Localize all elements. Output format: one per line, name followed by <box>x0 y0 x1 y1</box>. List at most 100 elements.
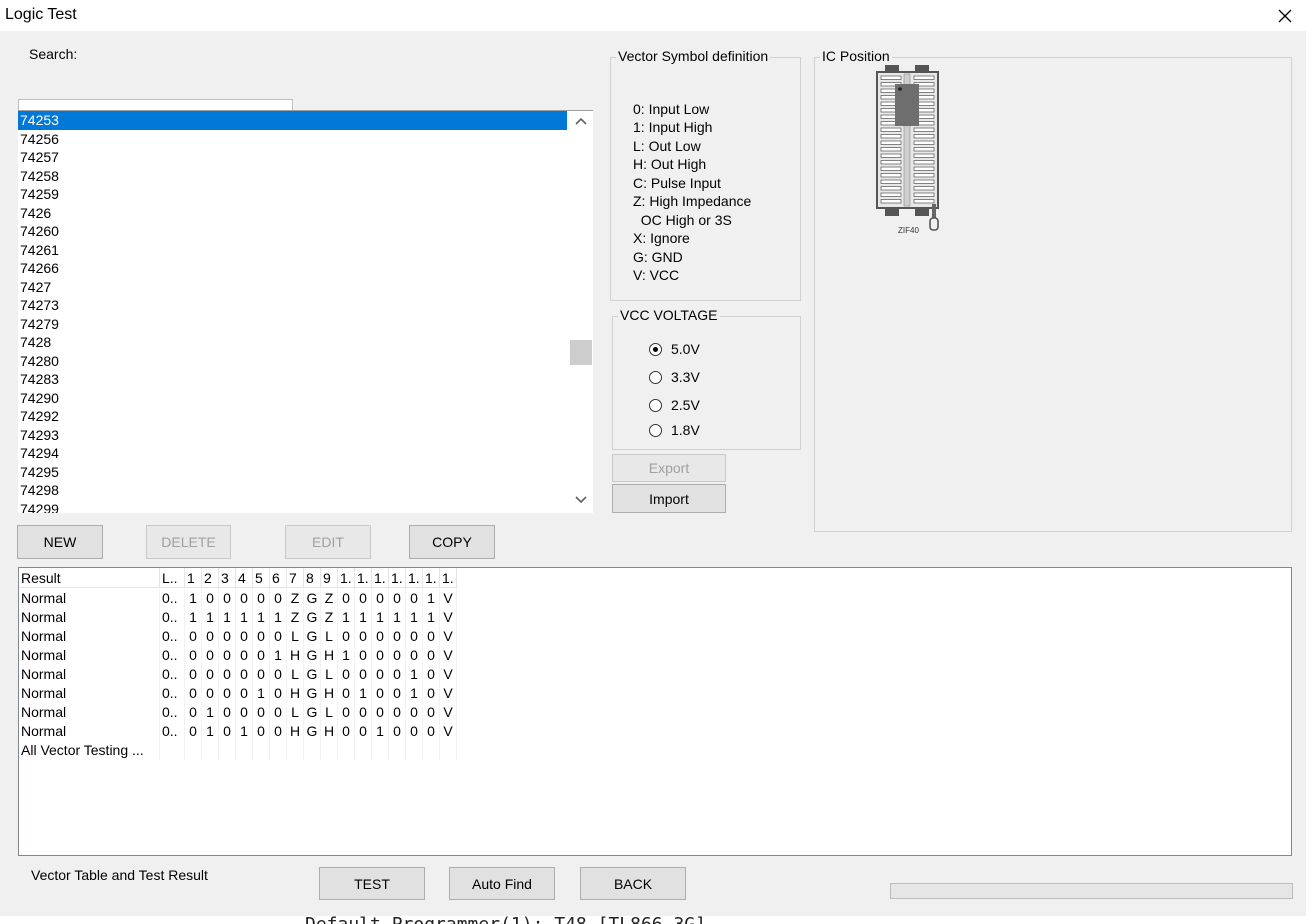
vcc-option-5v[interactable]: 5.0V <box>649 341 700 357</box>
column-header-pin[interactable]: 1. <box>355 568 372 588</box>
list-item[interactable]: 74253 <box>18 111 567 130</box>
vector-cell: 0 <box>219 665 236 684</box>
list-item[interactable]: 74279 <box>18 315 567 334</box>
list-item[interactable]: 74294 <box>18 444 567 463</box>
list-item[interactable]: 74273 <box>18 296 567 315</box>
column-header-pin[interactable]: 1. <box>372 568 389 588</box>
vector-cell <box>253 741 270 760</box>
back-button[interactable]: BACK <box>580 867 686 900</box>
table-row[interactable]: Normal 0.. 0 1 0 0 0 0 L G L 0 0 0 0 0 0 V <box>19 703 457 722</box>
vector-cell: 0 <box>406 646 423 665</box>
list-item[interactable]: 74298 <box>18 481 567 500</box>
test-button[interactable]: TEST <box>319 867 425 900</box>
status-caption: Vector Table and Test Result <box>31 867 208 883</box>
vector-cell <box>160 741 185 760</box>
export-button[interactable]: Export <box>612 454 726 482</box>
column-header-pin[interactable]: 1. <box>440 568 457 588</box>
vcc-option-2v5[interactable]: 2.5V <box>649 397 700 413</box>
column-header-pin[interactable]: 8 <box>304 568 321 588</box>
vector-cell <box>406 741 423 760</box>
vector-cell: 0 <box>202 684 219 703</box>
radio-button[interactable] <box>649 342 662 356</box>
symbol-def-line: 0: Input Low <box>633 101 710 117</box>
list-item[interactable]: 74293 <box>18 426 567 445</box>
column-header-pin[interactable]: 1. <box>423 568 440 588</box>
column-header-pin[interactable]: 7 <box>287 568 304 588</box>
table-row[interactable]: Normal 0.. 1 0 0 0 0 0 Z G Z 0 0 0 0 0 1 V <box>19 589 457 608</box>
list-item[interactable]: 74266 <box>18 259 567 278</box>
vector-cell <box>338 741 355 760</box>
vcc-option-label: 1.8V <box>671 422 700 438</box>
column-header-pin[interactable]: 1 <box>185 568 202 588</box>
column-header-pin[interactable]: 4 <box>236 568 253 588</box>
socket-label: ZIF40 <box>898 226 919 235</box>
vcc-option-1v8[interactable]: 1.8V <box>649 422 700 438</box>
radio-button[interactable] <box>649 398 662 412</box>
vector-cell <box>440 741 457 760</box>
vector-table[interactable]: Result L.. 1 2 3 4 5 6 7 8 9 1. 1. 1. 1. 1. 1. 1. Normal 0… <box>18 567 1292 856</box>
edit-button[interactable]: EDIT <box>285 525 371 559</box>
list-item[interactable]: 74290 <box>18 389 567 408</box>
list-item[interactable]: 74295 <box>18 463 567 482</box>
column-header-pin[interactable]: 6 <box>270 568 287 588</box>
vcc-option-3v3[interactable]: 3.3V <box>649 369 700 385</box>
table-row[interactable]: Normal 0.. 0 0 0 0 0 0 L G L 0 0 0 0 0 0 V <box>19 627 457 646</box>
list-item[interactable]: 7426 <box>18 204 567 223</box>
scroll-thumb[interactable] <box>570 340 592 365</box>
list-item[interactable]: 7428 <box>18 333 567 352</box>
list-item[interactable]: 74292 <box>18 407 567 426</box>
background-window-text: Default Programmer(1): T48 [TL866-3G] <box>0 916 1314 924</box>
list-item[interactable]: 74258 <box>18 167 567 186</box>
vector-cell: 0 <box>372 589 389 608</box>
auto-find-button[interactable]: Auto Find <box>449 867 555 900</box>
table-row[interactable]: Normal 0.. 0 1 0 1 0 0 H G H 0 0 1 0 0 0 V <box>19 722 457 741</box>
table-row[interactable]: Normal 0.. 1 1 1 1 1 1 Z G Z 1 1 1 1 1 1 V <box>19 608 457 627</box>
vcc-option-label: 3.3V <box>671 369 700 385</box>
column-header-pin[interactable]: 9 <box>321 568 338 588</box>
vector-cell: 1 <box>423 589 440 608</box>
list-item[interactable]: 74259 <box>18 185 567 204</box>
vector-cell: 0.. <box>160 684 185 703</box>
column-header-pin[interactable]: 1. <box>338 568 355 588</box>
column-header-pin[interactable]: 5 <box>253 568 270 588</box>
column-header-pin[interactable]: L.. <box>160 568 185 588</box>
background-window-edge <box>1306 31 1314 916</box>
copy-button[interactable]: COPY <box>409 525 495 559</box>
table-row[interactable]: Normal 0.. 0 0 0 0 0 0 L G L 0 0 0 0 1 0 V <box>19 665 457 684</box>
table-row[interactable]: All Vector Testing ... <box>19 741 457 760</box>
symbol-def-line: L: Out Low <box>633 138 701 154</box>
table-row[interactable]: Normal 0.. 0 0 0 0 0 1 H G H 1 0 0 0 0 0 V <box>19 646 457 665</box>
list-item[interactable]: 74299 <box>18 500 567 514</box>
delete-button[interactable]: DELETE <box>146 525 231 559</box>
list-item[interactable]: 74256 <box>18 130 567 149</box>
column-header-pin[interactable]: 2 <box>202 568 219 588</box>
symbol-def-line: OC High or 3S <box>633 212 732 228</box>
column-header-pin[interactable]: 3 <box>219 568 236 588</box>
device-list[interactable]: 74253 74256 74257 74258 74259 7426 74260 74261 7… <box>18 110 593 513</box>
list-item[interactable]: 74257 <box>18 148 567 167</box>
new-button[interactable]: NEW <box>17 525 103 559</box>
vector-cell: 0 <box>270 665 287 684</box>
table-row[interactable]: Normal 0.. 0 0 0 0 1 0 H G H 0 1 0 0 1 0 V <box>19 684 457 703</box>
vector-cell: 1 <box>202 608 219 627</box>
scroll-up-button[interactable] <box>569 111 593 131</box>
vector-cell: 0.. <box>160 703 185 722</box>
device-list-scrollbar[interactable] <box>569 111 593 513</box>
scroll-down-button[interactable] <box>569 490 593 510</box>
import-button[interactable]: Import <box>612 484 726 513</box>
column-header-result[interactable]: Result <box>19 568 160 588</box>
vector-cell: V <box>440 684 457 703</box>
radio-button[interactable] <box>649 370 662 384</box>
close-button[interactable] <box>1256 0 1314 31</box>
list-item[interactable]: 74260 <box>18 222 567 241</box>
list-item[interactable]: 7427 <box>18 278 567 297</box>
list-item[interactable]: 74283 <box>18 370 567 389</box>
list-item[interactable]: 74280 <box>18 352 567 371</box>
radio-button[interactable] <box>649 423 662 437</box>
list-item[interactable]: 74261 <box>18 241 567 260</box>
vector-cell: 0 <box>355 589 372 608</box>
vector-cell: Z <box>287 589 304 608</box>
vector-cell: G <box>304 608 321 627</box>
column-header-pin[interactable]: 1. <box>406 568 423 588</box>
column-header-pin[interactable]: 1. <box>389 568 406 588</box>
